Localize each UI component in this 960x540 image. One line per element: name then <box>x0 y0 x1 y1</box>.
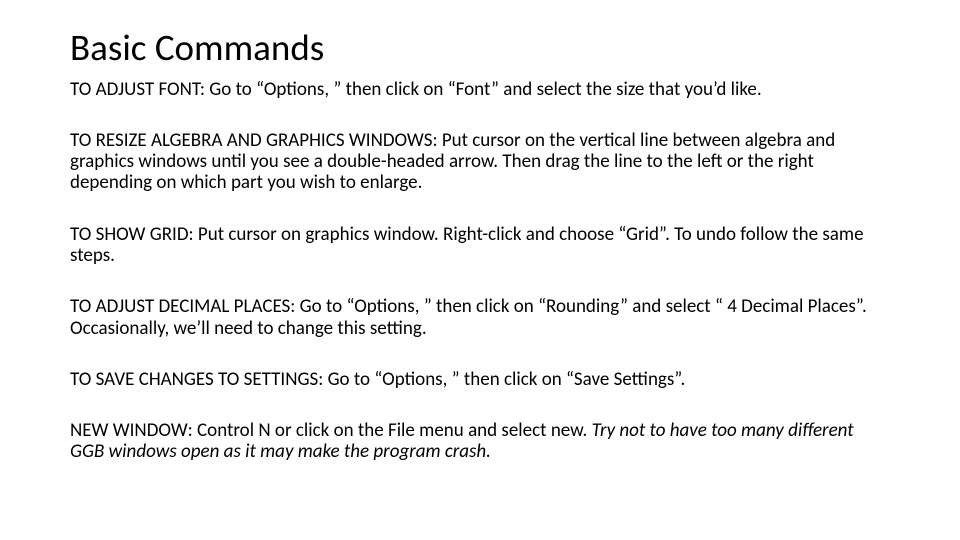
slide: Basic Commands TO ADJUST FONT: Go to “Op… <box>0 0 960 540</box>
paragraph-show-grid: TO SHOW GRID: Put cursor on graphics win… <box>70 224 890 267</box>
paragraph-new-window-normal: NEW WINDOW: Control N or click on the Fi… <box>70 419 592 442</box>
slide-title: Basic Commands <box>70 28 890 69</box>
paragraph-adjust-font: TO ADJUST FONT: Go to “Options, ” then c… <box>70 79 890 100</box>
paragraph-save-settings: TO SAVE CHANGES TO SETTINGS: Go to “Opti… <box>70 369 890 390</box>
paragraph-resize-windows: TO RESIZE ALGEBRA AND GRAPHICS WINDOWS: … <box>70 130 890 194</box>
paragraph-new-window: NEW WINDOW: Control N or click on the Fi… <box>70 420 890 463</box>
paragraph-decimal-places: TO ADJUST DECIMAL PLACES: Go to “Options… <box>70 296 890 339</box>
